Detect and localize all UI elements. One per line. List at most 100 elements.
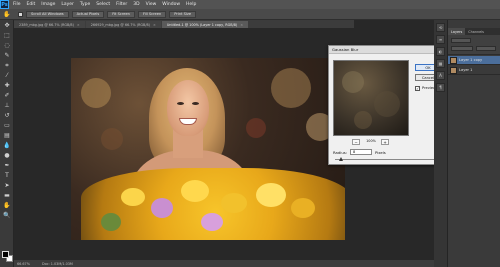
print-size-button[interactable]: Print Size bbox=[169, 10, 197, 18]
dodge-tool-icon[interactable]: ● bbox=[2, 151, 12, 160]
swatches-icon[interactable]: ▦ bbox=[436, 59, 445, 68]
shape-tool-icon[interactable]: ▬ bbox=[2, 191, 12, 200]
crop-tool-icon[interactable]: ⌗ bbox=[2, 61, 12, 70]
blur-tool-icon[interactable]: 💧 bbox=[2, 141, 12, 150]
bokeh-light bbox=[101, 128, 123, 150]
opacity-field[interactable] bbox=[476, 46, 496, 51]
preview-blur-spot bbox=[342, 71, 364, 93]
layer-name: Layer 1 bbox=[459, 68, 473, 72]
menu-type[interactable]: Type bbox=[80, 2, 90, 7]
zoom-tool-icon[interactable]: 🔍 bbox=[2, 211, 12, 220]
dialog-title: Gaussian Blur bbox=[332, 47, 359, 52]
document-image[interactable] bbox=[71, 58, 345, 240]
quick-select-tool-icon[interactable]: ✎ bbox=[2, 51, 12, 60]
panel-icon-strip: ⟲ ≡ ◐ ▦ A ¶ bbox=[434, 20, 448, 267]
eyedropper-tool-icon[interactable]: ⁄ bbox=[2, 71, 12, 80]
tab-layers[interactable]: Layers bbox=[448, 28, 466, 35]
zoom-in-button[interactable]: + bbox=[381, 139, 389, 145]
left-eye bbox=[177, 102, 184, 105]
menu-file[interactable]: File bbox=[13, 2, 21, 7]
menu-items: File Edit Image Layer Type Select Filter… bbox=[13, 2, 202, 7]
history-brush-tool-icon[interactable]: ↺ bbox=[2, 111, 12, 120]
layers-controls bbox=[448, 35, 500, 55]
preview-blur-spot bbox=[374, 91, 400, 117]
menu-edit[interactable]: Edit bbox=[27, 2, 36, 7]
leaf bbox=[101, 213, 121, 231]
radius-slider-track[interactable] bbox=[335, 159, 435, 160]
scroll-all-windows-button[interactable]: Scroll All Windows bbox=[26, 10, 69, 18]
document-tab-label: 2389_mbg.jpg @ 66.7% (RGB/8) bbox=[19, 22, 74, 27]
blur-preview[interactable] bbox=[333, 60, 409, 136]
radius-units-label: Pixels bbox=[375, 150, 386, 155]
history-icon[interactable]: ⟲ bbox=[436, 23, 445, 32]
layer-filter-select[interactable] bbox=[451, 38, 471, 43]
woman-face bbox=[167, 80, 209, 136]
zoom-out-button[interactable]: − bbox=[352, 139, 360, 145]
layer-row[interactable]: Layer 1 copy bbox=[448, 56, 500, 65]
layer-thumbnail bbox=[450, 66, 457, 74]
foreground-color-swatch[interactable] bbox=[2, 251, 9, 258]
adjustments-icon[interactable]: ◐ bbox=[436, 47, 445, 56]
flower bbox=[201, 213, 223, 231]
color-swatches[interactable] bbox=[2, 251, 13, 263]
menu-view[interactable]: View bbox=[146, 2, 157, 7]
blend-mode-select[interactable] bbox=[451, 46, 473, 51]
radius-input[interactable]: 8 bbox=[350, 149, 372, 155]
healing-brush-tool-icon[interactable]: ✚ bbox=[2, 81, 12, 90]
document-tab[interactable]: 266929_mbg.jpg @ 66.7% (RGB/8) × bbox=[85, 21, 161, 28]
menu-bar: Ps File Edit Image Layer Type Select Fil… bbox=[0, 0, 500, 9]
properties-icon[interactable]: ≡ bbox=[436, 35, 445, 44]
menu-select[interactable]: Select bbox=[96, 2, 110, 7]
gradient-tool-icon[interactable]: ▤ bbox=[2, 131, 12, 140]
close-icon[interactable]: × bbox=[240, 23, 243, 27]
menu-help[interactable]: Help bbox=[186, 2, 196, 7]
pen-tool-icon[interactable]: ✒ bbox=[2, 161, 12, 170]
layer-name: Layer 1 copy bbox=[459, 58, 483, 62]
document-tab-label: 266929_mbg.jpg @ 66.7% (RGB/8) bbox=[90, 22, 150, 27]
type-tool-icon[interactable]: T bbox=[2, 171, 12, 180]
scroll-all-windows-checkbox[interactable] bbox=[18, 11, 23, 17]
brush-tool-icon[interactable]: ✐ bbox=[2, 91, 12, 100]
status-bar: 66.67% Doc: 1.03M/1.03M bbox=[14, 260, 434, 267]
close-icon[interactable]: × bbox=[77, 23, 80, 27]
document-tab-label: Untitled-1 @ 100% (Layer 1 copy, RGB/8) bbox=[166, 22, 238, 27]
fit-screen-button[interactable]: Fit Screen bbox=[107, 10, 135, 18]
menu-3d[interactable]: 3D bbox=[133, 2, 139, 7]
move-tool-icon[interactable]: ✥ bbox=[2, 21, 12, 30]
flower-bouquet bbox=[81, 168, 345, 240]
document-tab[interactable]: 2389_mbg.jpg @ 66.7% (RGB/8) × bbox=[14, 21, 85, 28]
hand-tool-icon[interactable]: ✋ bbox=[2, 201, 12, 210]
eraser-tool-icon[interactable]: ▭ bbox=[2, 121, 12, 130]
close-icon[interactable]: × bbox=[153, 23, 156, 27]
options-bar: ✋ Scroll All Windows Actual Pixels Fit S… bbox=[0, 9, 500, 20]
flower bbox=[121, 188, 145, 206]
preview-zoom-value: 100% bbox=[366, 139, 376, 143]
bokeh-light bbox=[271, 68, 311, 108]
radius-slider-thumb[interactable] bbox=[339, 157, 343, 161]
character-icon[interactable]: A bbox=[436, 71, 445, 80]
menu-window[interactable]: Window bbox=[162, 2, 180, 7]
toolbar: ✥ ⬚ ◌ ✎ ⌗ ⁄ ✚ ✐ ⊥ ↺ ▭ ▤ 💧 ● ✒ T ➤ ▬ ✋ 🔍 bbox=[0, 20, 14, 267]
menu-layer[interactable]: Layer bbox=[61, 2, 74, 7]
gaussian-blur-dialog: Gaussian Blur × − 100% + OK Cancel ✓ Pre… bbox=[328, 45, 445, 165]
path-selection-tool-icon[interactable]: ➤ bbox=[2, 181, 12, 190]
bokeh-light bbox=[246, 118, 266, 138]
marquee-tool-icon[interactable]: ⬚ bbox=[2, 31, 12, 40]
clone-stamp-tool-icon[interactable]: ⊥ bbox=[2, 101, 12, 110]
layer-row[interactable]: Layer 1 bbox=[448, 66, 500, 75]
lasso-tool-icon[interactable]: ◌ bbox=[2, 41, 12, 50]
preview-checkbox[interactable]: ✓ bbox=[415, 86, 420, 91]
layer-thumbnail bbox=[450, 56, 457, 64]
flower bbox=[221, 193, 247, 213]
bokeh-light bbox=[81, 78, 111, 108]
document-tab-active[interactable]: Untitled-1 @ 100% (Layer 1 copy, RGB/8) … bbox=[161, 21, 249, 28]
menu-filter[interactable]: Filter bbox=[116, 2, 127, 7]
status-zoom[interactable]: 66.67% bbox=[14, 262, 38, 266]
menu-image[interactable]: Image bbox=[41, 2, 55, 7]
dialog-title-bar[interactable]: Gaussian Blur bbox=[329, 46, 444, 54]
paragraph-icon[interactable]: ¶ bbox=[436, 83, 445, 92]
radius-label: Radius: bbox=[333, 150, 348, 155]
actual-pixels-button[interactable]: Actual Pixels bbox=[71, 10, 105, 18]
tab-channels[interactable]: Channels bbox=[465, 28, 487, 35]
fill-screen-button[interactable]: Fill Screen bbox=[137, 10, 167, 18]
